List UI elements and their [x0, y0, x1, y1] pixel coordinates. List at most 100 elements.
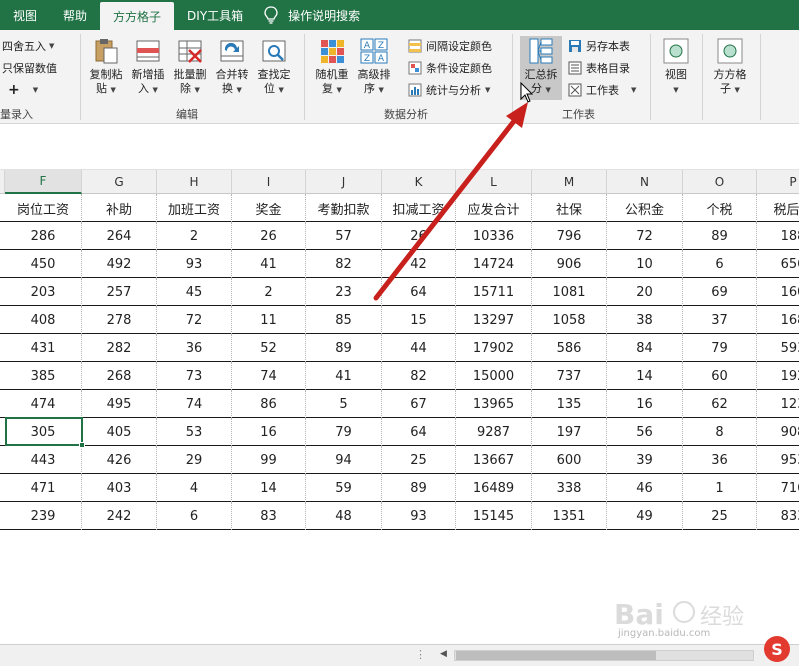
table-cell[interactable]: 53: [157, 418, 232, 446]
table-cell[interactable]: 48: [306, 502, 382, 530]
table-cell[interactable]: 242: [82, 502, 157, 530]
table-cell[interactable]: 59: [306, 474, 382, 502]
table-cell[interactable]: 264: [82, 222, 157, 250]
table-cell[interactable]: 8: [683, 418, 757, 446]
column-header-h[interactable]: H: [157, 170, 232, 194]
table-cell[interactable]: 403: [82, 474, 157, 502]
table-cell[interactable]: 15145: [456, 502, 532, 530]
table-cell[interactable]: 89: [382, 474, 456, 502]
table-cell[interactable]: 13965: [456, 390, 532, 418]
table-cell[interactable]: 239: [5, 502, 82, 530]
table-cell[interactable]: 2: [157, 222, 232, 250]
table-cell[interactable]: 36: [683, 446, 757, 474]
table-cell[interactable]: 20: [607, 278, 683, 306]
table-cell[interactable]: 41: [232, 250, 306, 278]
table-cell[interactable]: 93: [382, 502, 456, 530]
table-cell[interactable]: 11: [232, 306, 306, 334]
table-cell[interactable]: 15711: [456, 278, 532, 306]
table-cell[interactable]: 26: [382, 222, 456, 250]
table-cell[interactable]: 17902: [456, 334, 532, 362]
conditional-color-button[interactable]: 条件设定颜色: [408, 60, 492, 76]
column-header-j[interactable]: J: [306, 170, 382, 194]
round-button[interactable]: 四舍五入 ▼: [2, 38, 54, 54]
table-cell[interactable]: 56: [607, 418, 683, 446]
table-cell[interactable]: 25: [683, 502, 757, 530]
header-cell[interactable]: 税后合: [757, 194, 799, 222]
header-cell[interactable]: 扣减工资: [382, 194, 456, 222]
table-cell[interactable]: 16: [232, 418, 306, 446]
table-cell[interactable]: 1: [683, 474, 757, 502]
table-cell[interactable]: 286: [5, 222, 82, 250]
table-cell[interactable]: 168: [757, 306, 799, 334]
table-cell[interactable]: 716: [757, 474, 799, 502]
table-cell[interactable]: 192: [757, 362, 799, 390]
table-cell[interactable]: 426: [82, 446, 157, 474]
fill-handle[interactable]: [79, 442, 85, 448]
header-cell[interactable]: 加班工资: [157, 194, 232, 222]
table-cell[interactable]: 64: [382, 418, 456, 446]
table-cell[interactable]: 57: [306, 222, 382, 250]
table-cell[interactable]: 600: [532, 446, 607, 474]
table-cell[interactable]: 84: [607, 334, 683, 362]
table-cell[interactable]: 72: [607, 222, 683, 250]
merge-convert-button[interactable]: 合并转换 ▼: [212, 36, 252, 97]
table-cell[interactable]: 89: [306, 334, 382, 362]
table-cell[interactable]: 46: [607, 474, 683, 502]
plus-button[interactable]: + ▼: [8, 82, 38, 98]
table-cell[interactable]: 41: [306, 362, 382, 390]
tab-diy-toolbox[interactable]: DIY工具箱: [174, 0, 256, 30]
table-cell[interactable]: 79: [683, 334, 757, 362]
copy-paste-button[interactable]: 复制粘贴 ▼: [86, 36, 126, 97]
table-cell[interactable]: 443: [5, 446, 82, 474]
table-cell[interactable]: 45: [157, 278, 232, 306]
table-cell[interactable]: 14: [232, 474, 306, 502]
table-cell[interactable]: 13667: [456, 446, 532, 474]
table-cell[interactable]: 278: [82, 306, 157, 334]
column-header-p[interactable]: P: [757, 170, 799, 194]
table-cell[interactable]: 737: [532, 362, 607, 390]
header-cell[interactable]: 应发合计: [456, 194, 532, 222]
table-cell[interactable]: 197: [532, 418, 607, 446]
table-cell[interactable]: 2: [232, 278, 306, 306]
table-cell[interactable]: 82: [306, 250, 382, 278]
table-cell[interactable]: 52: [232, 334, 306, 362]
table-cell[interactable]: 67: [382, 390, 456, 418]
table-cell[interactable]: 15: [382, 306, 456, 334]
header-cell[interactable]: 个税: [683, 194, 757, 222]
table-cell[interactable]: 593: [757, 334, 799, 362]
table-cell[interactable]: 37: [683, 306, 757, 334]
header-cell[interactable]: 岗位工资: [5, 194, 82, 222]
header-cell[interactable]: 社保: [532, 194, 607, 222]
table-cell[interactable]: 39: [607, 446, 683, 474]
table-cell[interactable]: 188: [757, 222, 799, 250]
table-cell[interactable]: 5: [306, 390, 382, 418]
advanced-sort-button[interactable]: AZZA 高级排序 ▼: [354, 36, 394, 97]
table-cell[interactable]: 908: [757, 418, 799, 446]
table-cell[interactable]: 4: [157, 474, 232, 502]
table-cell[interactable]: 25: [382, 446, 456, 474]
table-cell[interactable]: 86: [232, 390, 306, 418]
table-cell[interactable]: 431: [5, 334, 82, 362]
table-cell[interactable]: 338: [532, 474, 607, 502]
header-cell[interactable]: 奖金: [232, 194, 306, 222]
table-cell[interactable]: 282: [82, 334, 157, 362]
header-cell[interactable]: 公积金: [607, 194, 683, 222]
table-cell[interactable]: 85: [306, 306, 382, 334]
table-cell[interactable]: 69: [683, 278, 757, 306]
table-cell[interactable]: 89: [683, 222, 757, 250]
table-cell[interactable]: 29: [157, 446, 232, 474]
column-header-f[interactable]: F: [5, 170, 82, 194]
table-cell[interactable]: 492: [82, 250, 157, 278]
table-cell[interactable]: 495: [82, 390, 157, 418]
table-cell[interactable]: 833: [757, 502, 799, 530]
column-header-k[interactable]: K: [382, 170, 456, 194]
table-cell[interactable]: 13297: [456, 306, 532, 334]
table-cell[interactable]: 36: [157, 334, 232, 362]
table-cell[interactable]: 94: [306, 446, 382, 474]
table-cell[interactable]: 23: [306, 278, 382, 306]
table-cell[interactable]: 42: [382, 250, 456, 278]
header-cell[interactable]: 补助: [82, 194, 157, 222]
table-cell[interactable]: 474: [5, 390, 82, 418]
table-cell[interactable]: 62: [683, 390, 757, 418]
selected-cell[interactable]: [5, 417, 85, 448]
